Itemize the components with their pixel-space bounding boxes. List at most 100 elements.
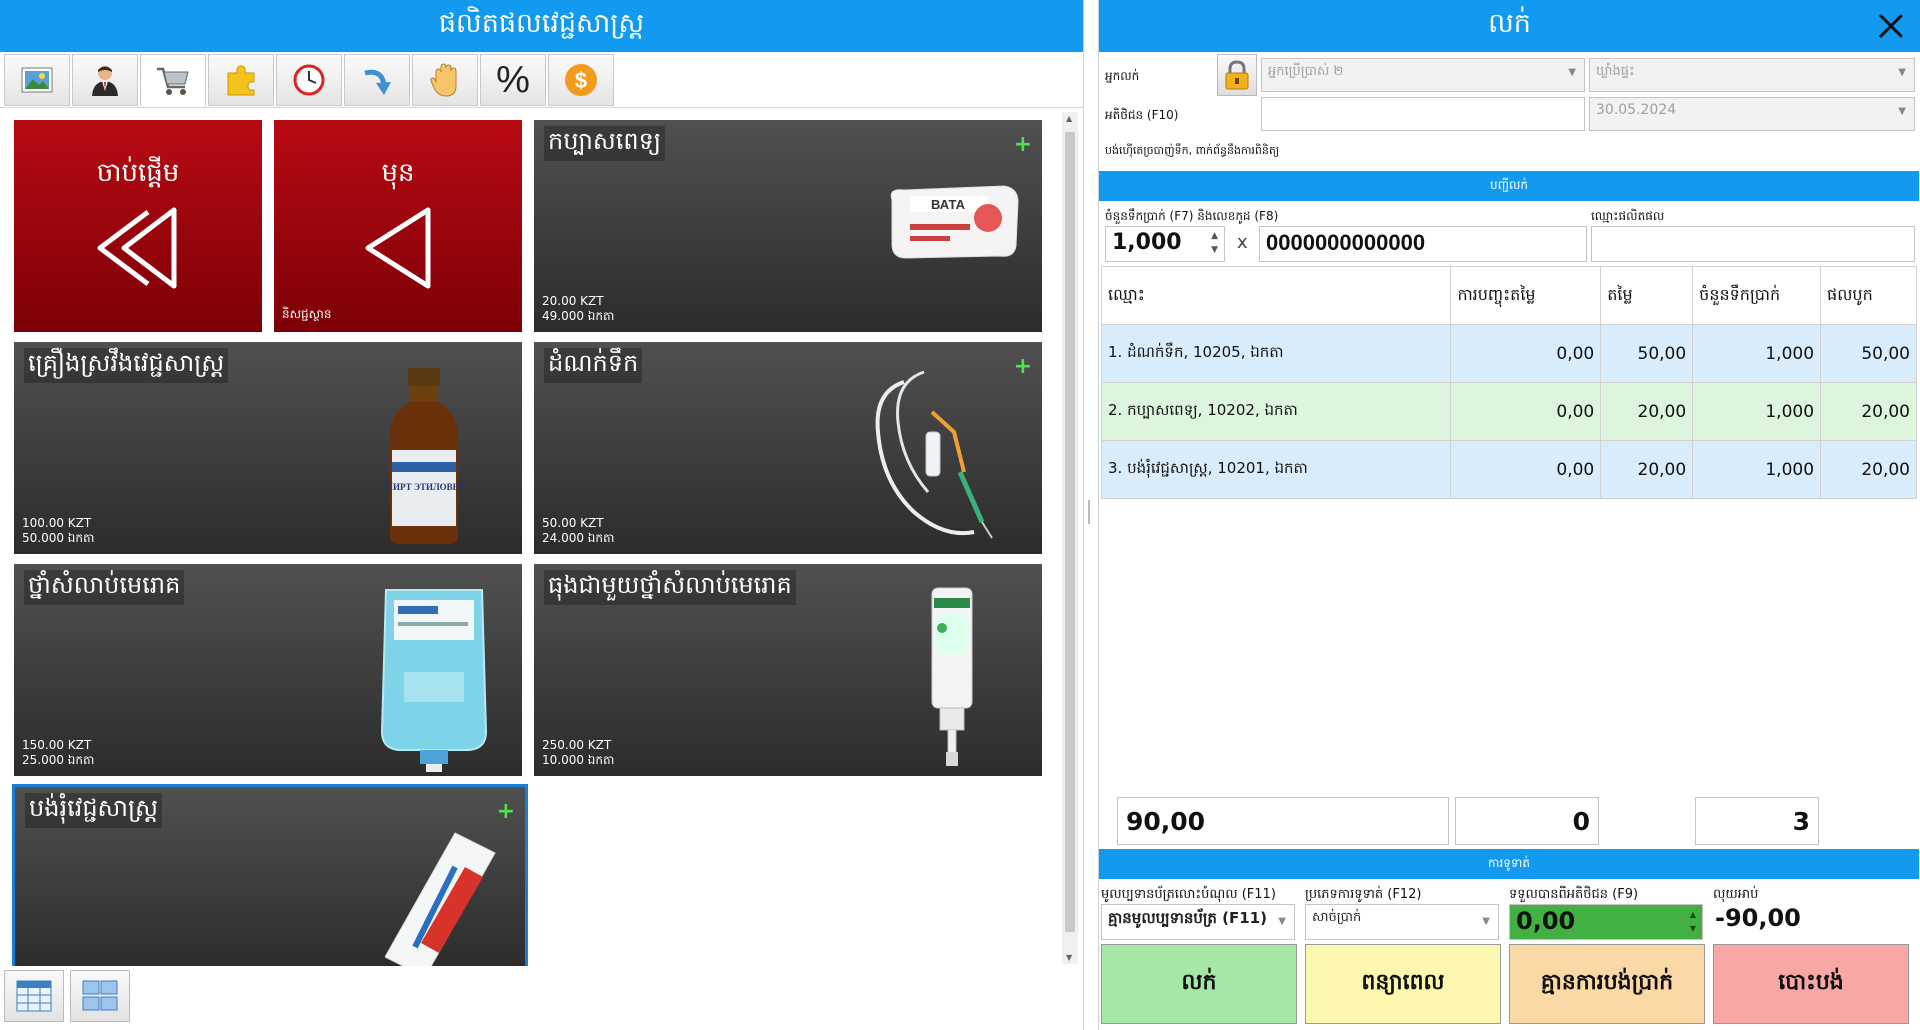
panel-splitter[interactable] bbox=[1088, 500, 1090, 524]
total-count-field: 3 bbox=[1695, 797, 1819, 845]
total-discount-field: 0 bbox=[1455, 797, 1599, 845]
product-name-label: ឈ្មោះផលិតផល bbox=[1591, 209, 1665, 223]
bandage-package-image bbox=[385, 832, 496, 966]
cell-total: 50,00 bbox=[1820, 324, 1917, 383]
product-name: ធុងជាមួយថ្នាំសំលាប់មេរោគ bbox=[544, 570, 796, 605]
tile-view-icon[interactable] bbox=[70, 970, 130, 1022]
column-header-total[interactable]: ផលបូក bbox=[1820, 266, 1917, 325]
barcode-input[interactable]: 0000000000000 bbox=[1259, 226, 1587, 262]
hand-icon[interactable] bbox=[412, 54, 478, 106]
column-header-quantity[interactable]: ចំនួនទឹកប្រាក់ bbox=[1692, 266, 1822, 325]
product-name: កប្បាសពេទ្យ bbox=[544, 126, 665, 161]
iv-bag-image bbox=[380, 589, 488, 772]
spray-bottle-image bbox=[931, 587, 973, 766]
total-sum-field: 90,00 bbox=[1117, 797, 1449, 845]
seller-label: អ្នកលក់ bbox=[1105, 69, 1140, 83]
product-price: 20.00 KZT bbox=[542, 294, 604, 308]
cell-quantity: 1,000 bbox=[1692, 440, 1822, 499]
product-tile-dropper[interactable]: ដំណក់ទឹក + 50.00 KZT 24.000 ឯកតា bbox=[534, 342, 1042, 554]
previous-page-button[interactable]: មុន និសជ្ជស្ថាន bbox=[274, 120, 522, 332]
product-name: ដំណក់ទឹក bbox=[544, 348, 643, 383]
seller-select[interactable]: អ្នកប្រើប្រាស់ ២ ▼ bbox=[1261, 58, 1585, 92]
dollar-coin-icon[interactable]: $ bbox=[548, 54, 614, 106]
cart-icon[interactable] bbox=[140, 54, 206, 106]
cotton-package-image: ВАТА bbox=[890, 185, 1019, 259]
sell-button[interactable]: លក់ bbox=[1101, 944, 1297, 1024]
column-header-price[interactable]: តម្លៃ bbox=[1600, 266, 1694, 325]
sale-panel: លក់ អ្នកលក់ អ្នកប្រើប្រាស់ ២ ▼ ឃ្លាំងផ្ទ… bbox=[1098, 0, 1920, 1030]
product-stock: 10.000 ឯកតា bbox=[542, 753, 615, 767]
clock-icon[interactable] bbox=[276, 54, 342, 106]
puzzle-icon[interactable] bbox=[208, 54, 274, 106]
cell-total: 20,00 bbox=[1820, 440, 1917, 499]
product-price: 50.00 KZT bbox=[542, 516, 604, 530]
sale-date-field[interactable]: 30.05.2024 ▼ bbox=[1589, 97, 1915, 131]
add-icon[interactable]: + bbox=[497, 799, 515, 824]
table-row[interactable]: 2. កប្បាសពេទ្យ, 10202, ឯកតា 0,00 20,00 1,00… bbox=[1100, 382, 1917, 441]
table-row[interactable]: 3. បង់រុំវេជ្ជសាស្ត្រ, 10201, ឯកតា 0,00 20… bbox=[1100, 440, 1917, 499]
first-page-button[interactable]: ចាប់ផ្តើម bbox=[14, 120, 262, 332]
customer-input[interactable] bbox=[1261, 97, 1585, 131]
postpone-button[interactable]: ពន្យាពេល bbox=[1305, 944, 1501, 1024]
lock-icon[interactable] bbox=[1217, 54, 1257, 96]
product-tile-alcohol[interactable]: គ្រឿងស្រវឹងវេជ្ជសាស្ត្រ СПИРТ ЭТИЛОВЫЙ 1… bbox=[14, 342, 522, 554]
product-panel-title: ផលិតផលវេជ្ជសាស្ត្រ bbox=[0, 0, 1083, 52]
quantity-stepper[interactable]: 1,000 ▲ ▼ bbox=[1105, 226, 1225, 262]
product-price-stock: 50.00 KZT 24.000 ឯកតា bbox=[542, 516, 614, 546]
product-tile-disinfectant[interactable]: ថ្នាំសំលាប់មេរោគ 150.00 KZT 25.000 ឯកតា bbox=[14, 564, 522, 776]
image-icon[interactable] bbox=[4, 54, 70, 106]
product-tile-cotton[interactable]: កប្បាសពេទ្យ + ВАТА 20.00 KZT 49.000 ឯកតា bbox=[534, 120, 1042, 332]
no-payment-button[interactable]: គ្មានការបង់ប្រាក់ bbox=[1509, 944, 1705, 1024]
received-amount-input[interactable]: 0,00 ▲ ▼ bbox=[1509, 904, 1703, 940]
cotton-package-text: ВАТА bbox=[931, 197, 966, 212]
product-name: គ្រឿងស្រវឹងវេជ្ជសាស្ត្រ bbox=[24, 348, 229, 383]
fiscal-select[interactable]: គ្មានមូលប្បទានប័ត្រ (F11) ▼ bbox=[1101, 904, 1295, 940]
chevron-down-icon: ▼ bbox=[1568, 67, 1576, 78]
product-grid: ចាប់ផ្តើម មុន និសជ្ជស្ថាន កប្បាសពេទ្យ + … bbox=[10, 116, 1046, 966]
table-row[interactable]: 1. ដំណក់ទឹក, 10205, ឯកតា 0,00 50,00 1,000 50… bbox=[1100, 324, 1917, 383]
scroll-down-arrow-icon[interactable]: ▼ bbox=[1066, 953, 1072, 962]
percent-icon[interactable]: % bbox=[480, 54, 546, 106]
received-amount-value: 0,00 bbox=[1516, 907, 1576, 935]
items-section-header: បញ្ជីលក់ bbox=[1099, 171, 1919, 201]
chevron-down-icon: ▼ bbox=[1898, 67, 1906, 78]
column-header-discount[interactable]: ការបញ្ចុះតម្លៃ bbox=[1450, 266, 1602, 325]
user-icon[interactable] bbox=[72, 54, 138, 106]
product-stock: 50.000 ឯកតា bbox=[22, 531, 95, 545]
product-name-input[interactable] bbox=[1591, 226, 1915, 262]
quantity-value: 1,000 bbox=[1112, 230, 1182, 255]
product-tile-bandage[interactable]: បង់រុំវេជ្ជសាស្ត្រ + bbox=[12, 784, 528, 966]
product-stock: 49.000 ឯកតា bbox=[542, 309, 615, 323]
qty-barcode-label: ចំនួនទឹកប្រាក់ (F7) និងលេខកូដ (F8) bbox=[1105, 209, 1279, 223]
cell-price: 20,00 bbox=[1600, 440, 1694, 499]
product-price-stock: 20.00 KZT 49.000 ឯកតា bbox=[542, 294, 614, 324]
iv-dropper-image bbox=[875, 370, 993, 539]
sale-title-text: លក់ bbox=[1488, 7, 1531, 39]
product-tile-disinfectant-container[interactable]: ធុងជាមួយថ្នាំសំលាប់មេរោគ 250.00 KZT 10.0… bbox=[534, 564, 1042, 776]
note-text: បង់ហ៊ើតេច្របាញ់ទឹក, ពាក់ព័ន្ធនឹងការពិនិត… bbox=[1105, 144, 1280, 157]
warehouse-select[interactable]: ឃ្លាំងផ្ទះ ▼ bbox=[1589, 58, 1915, 92]
sales-items-table: ឈ្មោះ ការបញ្ចុះតម្លៃ តម្លៃ ចំនួនទឹកប្រាក… bbox=[1100, 266, 1917, 499]
cell-name: 1. ដំណក់ទឹក, 10205, ឯកតា bbox=[1100, 324, 1452, 383]
scrollbar-thumb[interactable] bbox=[1065, 132, 1075, 932]
customer-label: អតិថិជន (F10) bbox=[1105, 108, 1179, 122]
payment-type-select[interactable]: សាច់ប្រាក់ ▼ bbox=[1305, 904, 1499, 940]
current-folder-label: និសជ្ជស្ថាន bbox=[282, 307, 332, 321]
product-grid-scrollbar[interactable]: ▲ ▼ bbox=[1062, 112, 1078, 964]
table-view-icon[interactable] bbox=[4, 970, 64, 1022]
product-name: បង់រុំវេជ្ជសាស្ត្រ bbox=[25, 793, 163, 828]
stepper-arrows-icon[interactable]: ▲ ▼ bbox=[1690, 908, 1696, 936]
cell-discount: 0,00 bbox=[1450, 440, 1602, 499]
add-icon[interactable]: + bbox=[1014, 132, 1032, 157]
column-header-name[interactable]: ឈ្មោះ bbox=[1100, 266, 1452, 325]
product-price: 100.00 KZT bbox=[22, 516, 92, 530]
product-name: ថ្នាំសំលាប់មេរោគ bbox=[24, 570, 185, 605]
product-price: 250.00 KZT bbox=[542, 738, 612, 752]
scroll-up-arrow-icon[interactable]: ▲ bbox=[1066, 114, 1072, 123]
cell-quantity: 1,000 bbox=[1692, 324, 1822, 383]
stepper-arrows-icon[interactable]: ▲ ▼ bbox=[1211, 229, 1218, 257]
close-icon[interactable] bbox=[1876, 11, 1906, 41]
sale-date-value: 30.05.2024 bbox=[1596, 102, 1677, 118]
cancel-button[interactable]: បោះបង់ bbox=[1713, 944, 1909, 1024]
redo-arrow-icon[interactable] bbox=[344, 54, 410, 106]
